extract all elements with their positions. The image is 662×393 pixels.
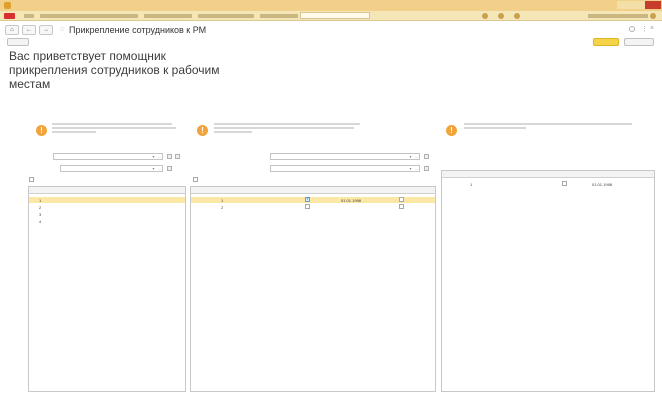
app-logo-icon bbox=[4, 2, 11, 9]
table-row[interactable]: 2 bbox=[191, 204, 435, 210]
row-number: 4 bbox=[39, 219, 42, 224]
hint-left bbox=[52, 122, 182, 140]
main-workplace-checkbox[interactable] bbox=[399, 204, 404, 209]
row-number: 2 bbox=[221, 205, 224, 210]
table-row[interactable]: 4 bbox=[29, 218, 185, 224]
close-window-button[interactable] bbox=[645, 1, 661, 9]
table-row[interactable]: 1 bbox=[29, 197, 185, 203]
info-icon: ! bbox=[197, 125, 208, 136]
attach-date: 01.01.1998 bbox=[592, 182, 613, 187]
row-number: 3 bbox=[39, 212, 42, 217]
attached-workplaces-table[interactable]: 1 01.01.1998 bbox=[441, 170, 655, 392]
info-icon: ! bbox=[446, 125, 457, 136]
middle-filter-checkbox[interactable] bbox=[193, 177, 198, 182]
dropdown-icon[interactable]: ▾ bbox=[151, 166, 156, 171]
open-icon[interactable]: … bbox=[414, 166, 419, 171]
section-tab[interactable] bbox=[40, 14, 138, 18]
form-header: ⌂ ← → ☆ Прикрепление сотрудников к РМ ⋮ … bbox=[5, 24, 655, 36]
sections-menu-icon[interactable] bbox=[24, 14, 34, 18]
employees-table-header bbox=[29, 187, 185, 194]
attached-table-header bbox=[442, 171, 654, 178]
table-row[interactable]: 3 bbox=[29, 211, 185, 217]
middle-subdivision-field[interactable]: ▾ … bbox=[270, 153, 420, 160]
link-icon[interactable] bbox=[424, 154, 429, 159]
workplaces-table[interactable]: 1 01.01.1998 2 bbox=[190, 186, 436, 392]
attached-checkbox[interactable] bbox=[562, 181, 567, 186]
section-tab[interactable] bbox=[198, 14, 254, 18]
employees-table[interactable]: 1 2 3 4 bbox=[28, 186, 186, 392]
back-button[interactable]: ← bbox=[22, 25, 36, 35]
link-icon[interactable] bbox=[167, 166, 172, 171]
dropdown-icon[interactable]: ▾ bbox=[151, 154, 156, 159]
subdivision-field[interactable]: ▾ … bbox=[60, 165, 163, 172]
dropdown-icon[interactable]: ▾ bbox=[408, 154, 413, 159]
table-row[interactable]: 2 bbox=[29, 204, 185, 210]
sections-panel bbox=[0, 11, 662, 21]
table-row[interactable]: 1 01.01.1998 bbox=[442, 181, 654, 187]
home-icon[interactable]: ⌂ bbox=[5, 25, 19, 35]
link-icon[interactable] bbox=[175, 154, 180, 159]
forward-button[interactable]: → bbox=[39, 25, 53, 35]
row-number: 2 bbox=[39, 205, 42, 210]
open-icon[interactable]: … bbox=[157, 166, 162, 171]
section-tab[interactable] bbox=[260, 14, 298, 18]
global-search-input[interactable] bbox=[300, 12, 370, 19]
minimize-button[interactable] bbox=[617, 1, 631, 9]
table-row[interactable]: 1 01.01.1998 bbox=[191, 196, 435, 203]
workplaces-table-header bbox=[191, 187, 435, 194]
secondary-action-button[interactable] bbox=[624, 38, 654, 46]
1c-logo-icon bbox=[4, 13, 15, 19]
sections-list bbox=[20, 13, 440, 19]
hint-right bbox=[464, 122, 634, 136]
small-action-button[interactable] bbox=[7, 38, 29, 46]
favorite-star-icon[interactable]: ☆ bbox=[59, 26, 65, 34]
page-title: Прикрепление сотрудников к РМ bbox=[69, 25, 207, 35]
welcome-heading: Вас приветствует помощник прикрепления с… bbox=[9, 49, 220, 91]
section-tab[interactable] bbox=[144, 14, 192, 18]
link-icon[interactable] bbox=[424, 166, 429, 171]
dropdown-icon[interactable]: ▾ bbox=[408, 166, 413, 171]
settings-icon[interactable] bbox=[650, 13, 656, 19]
row-number: 1 bbox=[221, 198, 224, 203]
info-icon: ! bbox=[36, 125, 47, 136]
maximize-button[interactable] bbox=[631, 1, 645, 9]
link-icon[interactable] bbox=[629, 26, 635, 32]
attach-date: 01.01.1998 bbox=[341, 198, 362, 203]
primary-action-button[interactable] bbox=[593, 38, 619, 46]
open-icon[interactable]: … bbox=[414, 154, 419, 159]
main-workplace-checkbox[interactable] bbox=[399, 197, 404, 202]
notification-icon[interactable] bbox=[482, 13, 488, 19]
clear-icon[interactable] bbox=[167, 154, 172, 159]
close-form-icon[interactable]: × bbox=[650, 25, 654, 32]
history-icon[interactable] bbox=[498, 13, 504, 19]
left-filter-checkbox-row[interactable] bbox=[29, 177, 179, 183]
more-actions-icon[interactable]: ⋮ bbox=[641, 25, 648, 33]
favorites-icon[interactable] bbox=[514, 13, 520, 19]
attached-checkbox[interactable] bbox=[305, 196, 310, 202]
hint-middle bbox=[214, 122, 364, 140]
window-titlebar bbox=[0, 0, 662, 11]
organization-field[interactable]: ▾ … bbox=[53, 153, 163, 160]
position-field[interactable]: ▾ … bbox=[270, 165, 420, 172]
current-user-label[interactable] bbox=[588, 14, 648, 18]
open-icon[interactable]: … bbox=[157, 154, 162, 159]
attached-checkbox[interactable] bbox=[305, 204, 310, 209]
row-number: 1 bbox=[39, 198, 42, 203]
middle-filter-checkbox-row[interactable] bbox=[193, 177, 343, 183]
left-filter-checkbox[interactable] bbox=[29, 177, 34, 182]
row-number: 1 bbox=[470, 182, 473, 187]
